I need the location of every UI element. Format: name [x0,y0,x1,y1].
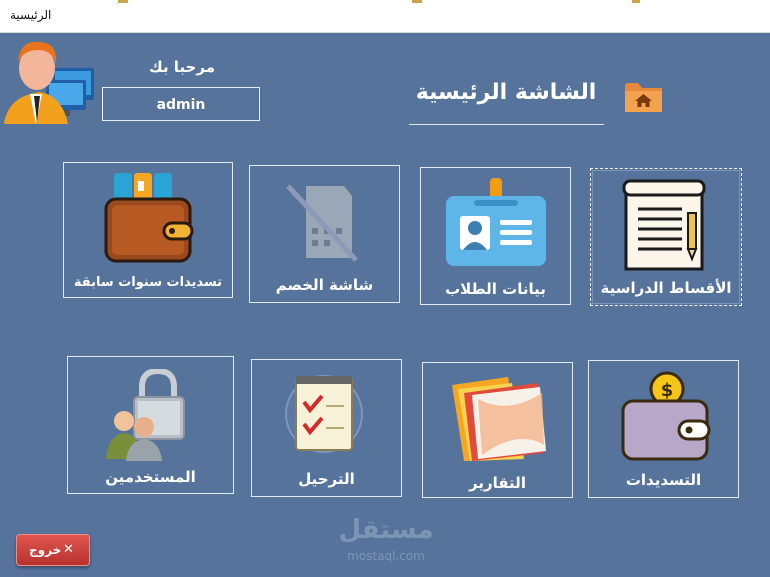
window-titlebar: الرئيسية [0,0,770,33]
tile-label: تسديدات سنوات سابقة [73,275,223,290]
tile-discount-screen[interactable]: شاشة الخصم [249,165,400,303]
user-avatar-icon [4,41,94,124]
tile-label: المستخدمين [105,468,196,486]
checklist-icon [285,375,363,453]
page-title: الشاشة الرئيسية [415,80,597,105]
wallet-cards-icon [104,173,194,263]
id-badge-icon [446,178,546,266]
titlebar-top-strip [0,0,770,3]
tile-tuition-installments[interactable]: الأقساط الدراسية [590,168,742,306]
watermark-logo: مستقل mostaql.com [336,515,436,569]
tile-label: شاشة الخصم [275,276,374,294]
username-field: admin [102,87,260,121]
watermark-arabic: مستقل [338,515,434,545]
tile-reports[interactable]: التقارير [422,362,573,498]
discount-crossed-icon [286,184,358,262]
tile-label: بيانات الطلاب [445,280,546,298]
title-underline [409,124,604,125]
svg-text:$: $ [661,380,674,401]
users-lock-icon [106,369,185,461]
tile-payments[interactable]: $ التسديدات [588,360,739,498]
home-folder-icon [625,83,662,112]
tile-users[interactable]: المستخدمين [67,356,234,494]
folder-reports-icon [452,377,546,461]
tile-previous-years-payments[interactable]: تسديدات سنوات سابقة [63,162,233,298]
tile-label: الترحيل [298,470,355,488]
tile-label: التسديدات [625,471,702,489]
wallet-coin-icon: $ [621,371,711,461]
close-icon: ✕ [63,542,74,557]
welcome-text: مرحبا بك [148,58,215,76]
tile-transfer[interactable]: الترحيل [251,359,402,497]
exit-label: خروج [29,543,62,557]
window-title: الرئيسية [10,8,52,22]
tile-student-data[interactable]: بيانات الطلاب [420,167,571,305]
watermark-latin: mostaql.com [347,549,425,563]
notepad-icon [622,179,706,271]
tile-label: الأقساط الدراسية [600,279,732,297]
tile-label: التقارير [469,474,526,492]
exit-button[interactable]: ✕ خروج [16,534,90,566]
